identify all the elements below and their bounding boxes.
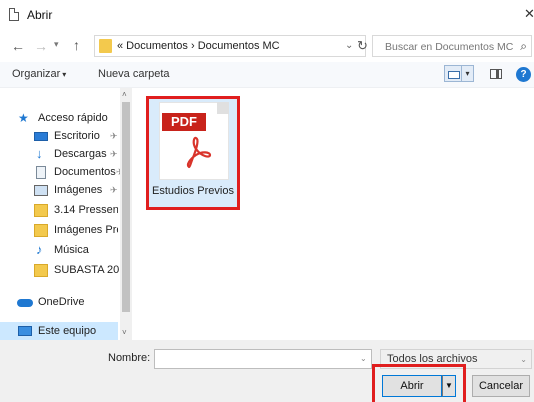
folder-icon — [99, 39, 112, 53]
music-icon: ♪ — [36, 242, 43, 257]
refresh-button[interactable]: ↻ — [357, 38, 368, 54]
address-row: ← → ▾ ↑ « Documentos › Documentos MC ⌄ ↻… — [0, 30, 534, 62]
dialog-footer: Nombre: ⌄ Todos los archivos ⌄ Abrir ▼ C… — [0, 340, 534, 402]
folder-icon — [34, 224, 48, 237]
navigation-scrollbar[interactable]: ˄ ˅ — [120, 88, 132, 340]
scroll-up-icon[interactable]: ˄ — [122, 90, 127, 99]
up-button[interactable]: ↑ — [73, 37, 80, 53]
filename-input[interactable] — [154, 349, 372, 369]
open-options-dropdown[interactable]: ▼ — [442, 375, 456, 397]
sidebar-item-label: Imágenes — [54, 184, 103, 196]
filename-label: Nombre: — [108, 352, 151, 364]
pdf-badge: PDF — [162, 113, 206, 131]
sidebar-item-label: Descargas — [54, 148, 107, 160]
sidebar-item-label: Imágenes Preser — [54, 224, 118, 236]
folder-icon — [34, 264, 48, 277]
download-icon: ↓ — [36, 146, 43, 161]
cancel-button[interactable]: Cancelar — [472, 375, 530, 397]
address-bar[interactable]: « Documentos › Documentos MC ⌄ ↻ — [94, 35, 368, 57]
computer-icon — [18, 326, 32, 336]
sidebar-item-folder-314[interactable]: 3.14 Pressentacio — [32, 202, 118, 220]
change-view-button[interactable] — [444, 65, 462, 82]
chevron-down-icon: ⌄ — [520, 355, 527, 364]
window-title: Abrir — [27, 8, 53, 22]
back-button[interactable]: ← — [11, 38, 25, 54]
pictures-icon — [34, 185, 48, 196]
search-icon[interactable]: ⌕ — [520, 39, 527, 54]
file-item[interactable]: PDF Estudios Previos — [146, 96, 240, 210]
sidebar-item-label: Documentos — [54, 166, 116, 178]
documents-icon — [36, 166, 46, 179]
sidebar-item-label: OneDrive — [38, 296, 85, 308]
folder-icon — [34, 204, 48, 217]
open-button[interactable]: Abrir — [382, 375, 442, 397]
document-icon — [9, 8, 19, 21]
search-placeholder: Buscar en Documentos MC — [385, 41, 514, 53]
forward-button[interactable]: → — [34, 38, 48, 54]
recent-locations-button[interactable]: ▾ — [54, 39, 59, 50]
desktop-icon — [34, 132, 48, 141]
sidebar-item-label: Música — [54, 244, 89, 256]
scroll-thumb[interactable] — [122, 102, 130, 312]
new-folder-button[interactable]: Nueva carpeta — [98, 68, 170, 80]
filename-history-dropdown[interactable]: ⌄ — [360, 354, 367, 363]
sidebar-item-label: Escritorio — [54, 130, 100, 142]
view-options-dropdown[interactable]: ▾ — [462, 65, 474, 82]
close-button[interactable]: ✕ — [524, 6, 534, 22]
cloud-icon — [17, 299, 33, 307]
chevron-down-icon: ▾ — [62, 70, 67, 79]
pdf-file-icon: PDF — [159, 102, 229, 180]
star-icon: ★ — [18, 111, 29, 125]
sidebar-item-label: Acceso rápido — [38, 112, 108, 124]
sidebar-item-folder-images[interactable]: Imágenes Preser — [32, 222, 118, 240]
breadcrumb[interactable]: « Documentos › Documentos MC — [117, 40, 280, 52]
navigation-pane: ★ Acceso rápido Escritorio ✈ ↓ Descargas… — [0, 88, 131, 340]
pin-icon: ✈ — [110, 185, 118, 195]
preview-pane-button[interactable] — [490, 69, 502, 79]
help-button[interactable]: ? — [516, 67, 531, 82]
organize-button[interactable]: Organizar ▾ — [12, 68, 66, 80]
page-fold — [217, 102, 229, 114]
acrobat-logo-icon — [186, 136, 212, 169]
file-name: Estudios Previos — [152, 185, 234, 197]
pin-icon: ✈ — [110, 131, 118, 141]
file-list: PDF Estudios Previos — [134, 88, 534, 340]
sidebar-item-label: Este equipo — [38, 325, 97, 337]
organize-label: Organizar — [12, 68, 61, 80]
address-dropdown-button[interactable]: ⌄ — [345, 40, 353, 51]
title-bar: Abrir ✕ — [0, 0, 534, 30]
pin-icon: ✈ — [110, 149, 118, 159]
search-input[interactable]: Buscar en Documentos MC ⌕ — [372, 35, 532, 57]
command-bar: Organizar ▾ Nueva carpeta ▾ ? — [0, 62, 534, 88]
scroll-down-icon[interactable]: ˅ — [122, 328, 127, 337]
sidebar-item-label: 3.14 Pressentacio — [54, 204, 118, 216]
